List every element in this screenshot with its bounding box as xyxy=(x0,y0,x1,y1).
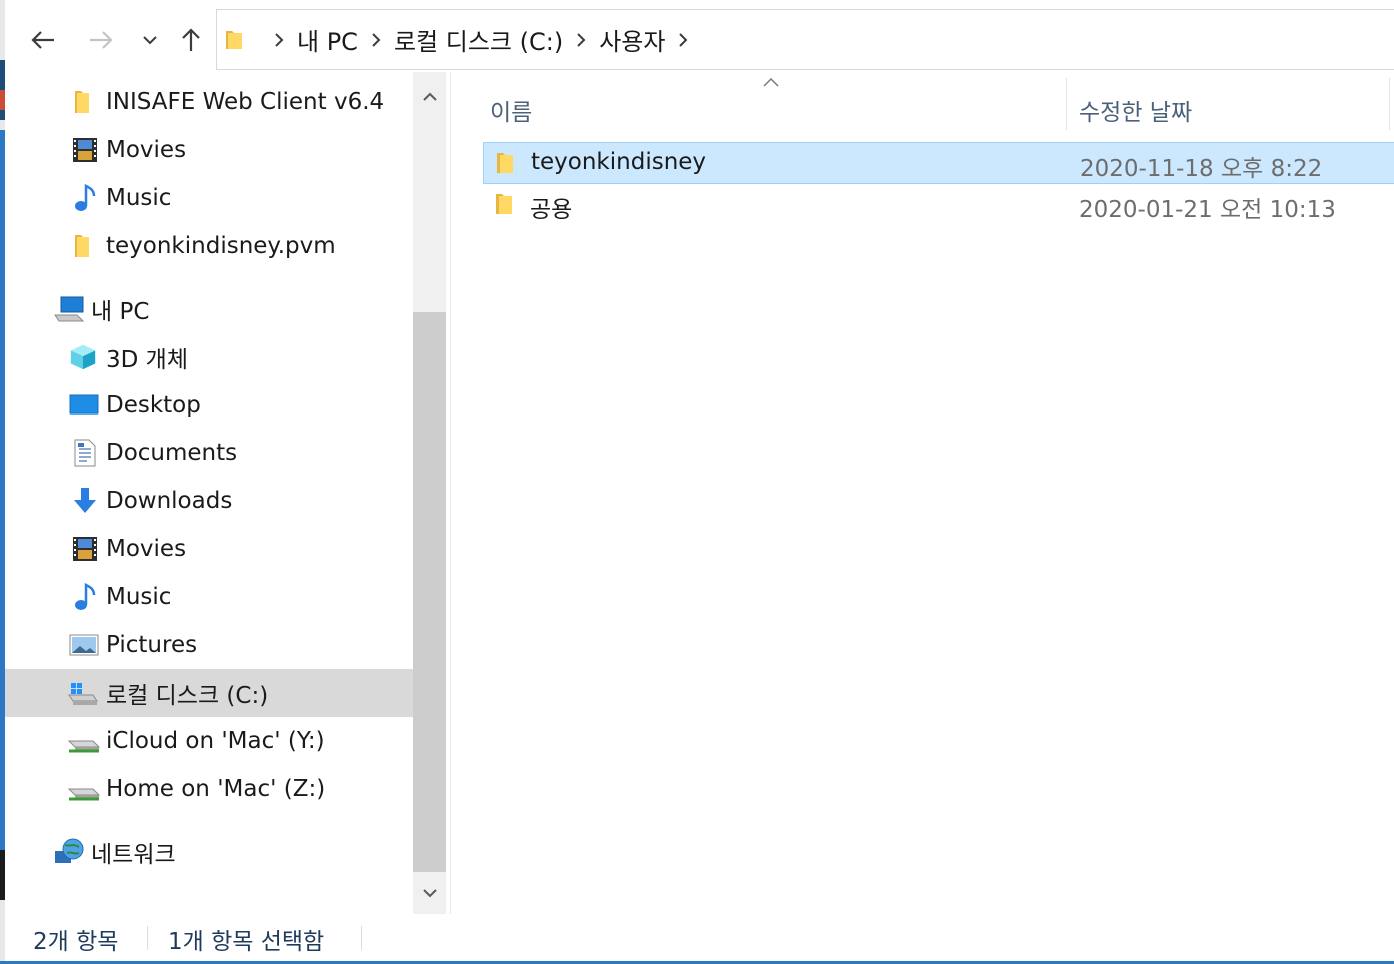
breadcrumb-chevron-icon[interactable] xyxy=(567,28,595,52)
up-arrow-icon xyxy=(181,28,201,52)
status-selected-count: 1개 항목 선택함 xyxy=(168,929,325,955)
address-bar[interactable]: 내 PC 로컬 디스크 (C:) 사용자 xyxy=(216,9,1394,70)
nav-item-pvm[interactable]: teyonkindisney.pvm xyxy=(5,222,413,270)
back-arrow-icon xyxy=(31,30,55,50)
status-bar: 2개 항목 1개 항목 선택함 xyxy=(5,914,1394,961)
forward-button[interactable] xyxy=(83,22,119,58)
breadcrumb-chevron-icon[interactable] xyxy=(362,28,390,52)
chevron-down-icon xyxy=(422,883,437,902)
folder-icon xyxy=(223,28,247,52)
nav-item-downloads[interactable]: Downloads xyxy=(5,477,413,525)
windows-drive-icon xyxy=(67,679,99,707)
file-name: 공용 xyxy=(530,197,573,223)
nav-item-inisafe[interactable]: INISAFE Web Client v6.4 xyxy=(5,78,413,126)
column-header-name[interactable]: 이름 xyxy=(490,88,532,132)
picture-icon xyxy=(69,631,99,659)
nav-item-documents[interactable]: Documents xyxy=(5,429,413,477)
desktop-icon xyxy=(69,391,99,419)
scroll-up-button[interactable] xyxy=(413,76,446,116)
nav-item-icloud-drive[interactable]: iCloud on 'Mac' (Y:) xyxy=(5,717,413,765)
folder-icon xyxy=(69,88,97,116)
film-icon xyxy=(71,535,99,563)
navigation-pane: INISAFE Web Client v6.4 Movies Music tey… xyxy=(5,72,413,914)
file-date-modified: 2020-11-18 오후 8:22 xyxy=(1080,156,1323,182)
back-button[interactable] xyxy=(25,22,61,58)
film-icon xyxy=(71,136,99,164)
folder-icon xyxy=(69,232,97,260)
nav-item-pictures[interactable]: Pictures xyxy=(5,621,413,669)
network-globe-icon xyxy=(53,838,85,866)
folder-icon xyxy=(494,151,518,175)
scroll-thumb[interactable] xyxy=(413,312,446,872)
nav-item-movies-2[interactable]: Movies xyxy=(5,525,413,573)
scroll-down-button[interactable] xyxy=(413,872,446,912)
forward-arrow-icon xyxy=(89,30,113,50)
cube-3d-icon xyxy=(69,343,97,371)
status-divider xyxy=(147,926,148,950)
recent-locations-button[interactable] xyxy=(132,22,168,58)
network-drive-icon xyxy=(67,727,101,755)
status-divider xyxy=(361,926,362,950)
breadcrumb-this-pc[interactable]: 내 PC xyxy=(297,22,358,57)
column-header-date-modified[interactable]: 수정한 날짜 xyxy=(1079,88,1192,132)
breadcrumb-chevron-icon[interactable] xyxy=(265,28,293,52)
document-icon xyxy=(71,439,99,467)
column-divider[interactable] xyxy=(1389,78,1390,130)
file-row-teyonkindisney[interactable]: teyonkindisney 2020-11-18 오후 8:22 xyxy=(483,142,1394,184)
file-row-public[interactable]: 공용 2020-01-21 오전 10:13 xyxy=(483,184,1394,226)
nav-item-3d-objects[interactable]: 3D 개체 xyxy=(5,333,413,381)
breadcrumb-users[interactable]: 사용자 xyxy=(599,22,665,57)
nav-item-network[interactable]: 네트워크 xyxy=(5,828,413,876)
status-item-count: 2개 항목 xyxy=(33,929,119,955)
download-arrow-icon xyxy=(71,487,99,515)
nav-item-movies[interactable]: Movies xyxy=(5,126,413,174)
column-divider[interactable] xyxy=(1066,78,1067,130)
nav-item-desktop[interactable]: Desktop xyxy=(5,381,413,429)
chevron-up-icon xyxy=(422,87,437,106)
nav-item-home-drive[interactable]: Home on 'Mac' (Z:) xyxy=(5,765,413,813)
chevron-down-icon xyxy=(143,35,157,45)
up-button[interactable] xyxy=(173,22,209,58)
nav-item-music-2[interactable]: Music xyxy=(5,573,413,621)
navigation-pane-scrollbar[interactable] xyxy=(413,72,446,914)
sort-ascending-icon xyxy=(759,74,783,88)
file-list: 이름 수정한 날짜 teyonkindisney 2020-11-18 오후 8… xyxy=(451,72,1394,914)
file-date-modified: 2020-01-21 오전 10:13 xyxy=(1079,197,1336,223)
file-name: teyonkindisney xyxy=(531,149,707,175)
nav-item-music[interactable]: Music xyxy=(5,174,413,222)
network-drive-icon xyxy=(67,775,101,803)
music-note-icon xyxy=(71,583,99,611)
nav-item-this-pc[interactable]: 내 PC xyxy=(5,285,413,333)
breadcrumb-local-disk[interactable]: 로컬 디스크 (C:) xyxy=(394,22,563,57)
music-note-icon xyxy=(71,184,99,212)
breadcrumb-chevron-icon[interactable] xyxy=(669,28,697,52)
navigation-toolbar: 내 PC 로컬 디스크 (C:) 사용자 xyxy=(5,0,1394,72)
nav-item-local-disk[interactable]: 로컬 디스크 (C:) xyxy=(5,669,413,717)
computer-icon xyxy=(53,295,87,323)
folder-icon xyxy=(493,192,517,216)
